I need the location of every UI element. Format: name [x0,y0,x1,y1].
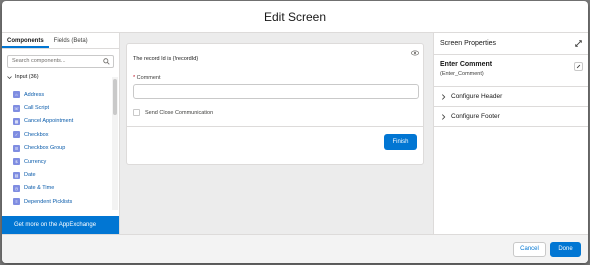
list-item: Dependent Picklists [24,198,73,205]
picklist-icon: ≡ [13,198,20,206]
modal-body: Components Fields (Beta) Search componen… [2,33,588,234]
element-name: Enter Comment [440,61,493,68]
appexchange-link[interactable]: Get more on the AppExchange [2,216,119,234]
component-cancel-appointment[interactable]: ▦ Cancel Appointment [2,115,111,128]
component-date-time[interactable]: ◷ Date & Time [2,182,111,195]
element-api-name: (Enter_Comment) [440,71,484,77]
done-button[interactable]: Done [550,242,581,257]
comment-label-text: Comment [136,75,161,81]
edit-screen-modal: Edit Screen Components Fields (Beta) Sea… [2,1,588,263]
card-divider [127,126,423,127]
properties-title: Screen Properties [440,40,497,47]
comment-label: * Comment [133,75,161,81]
search-icon [103,58,110,65]
address-icon: ⌂ [13,91,20,99]
expand-icon[interactable] [575,40,582,47]
components-panel: Components Fields (Beta) Search componen… [2,33,120,234]
configure-header-accordion[interactable]: Configure Header [434,87,588,107]
checkbox-box[interactable] [133,109,140,116]
call-script-icon: ☏ [13,104,20,112]
finish-button[interactable]: Finish [384,134,417,150]
eye-icon[interactable] [411,50,419,56]
chevron-right-icon [442,93,446,100]
screen-preview-card[interactable]: The record Id is {!recordId} * Comment S… [126,43,424,165]
accordion-label: Configure Footer [451,112,500,120]
chevron-down-icon [7,75,12,79]
comment-input[interactable] [133,84,419,99]
required-marker: * [133,75,136,81]
screen-properties-panel: Screen Properties Enter Comment (Enter_C… [433,33,588,234]
list-item: Cancel Appointment [24,118,74,125]
component-call-script[interactable]: ☏ Call Script [2,101,111,114]
search-components-input[interactable]: Search components... [7,55,114,68]
tab-fields-beta[interactable]: Fields (Beta) [49,33,93,48]
calendar-icon: ▦ [13,117,20,125]
element-info: Enter Comment (Enter_Comment) [434,55,588,87]
components-list: ⌂ Address ☏ Call Script ▦ Cancel Appointmen… [2,88,111,210]
list-item: Address [24,91,45,98]
list-item: Checkbox Group [24,145,66,152]
component-currency[interactable]: $ Currency [2,155,111,168]
list-item: Call Script [24,105,50,112]
checkbox-label: Send Close Communication [145,109,214,116]
component-date[interactable]: ▤ Date [2,168,111,181]
section-input-label: Input (36) [15,74,39,80]
send-close-communication-checkbox[interactable]: Send Close Communication [133,109,213,116]
cancel-button[interactable]: Cancel [513,242,546,257]
list-item: Date [24,172,36,179]
checkbox-icon: ✓ [13,131,20,139]
edit-pencil-icon[interactable] [574,62,583,71]
configure-footer-accordion[interactable]: Configure Footer [434,107,588,127]
components-scrollbar[interactable] [112,77,118,210]
list-item: Currency [24,158,47,165]
component-dependent-picklists[interactable]: ≡ Dependent Picklists [2,195,111,208]
date-time-icon: ◷ [13,184,20,192]
component-checkbox[interactable]: ✓ Checkbox [2,128,111,141]
screen-canvas: The record Id is {!recordId} * Comment S… [120,33,433,234]
component-checkbox-group[interactable]: ☰ Checkbox Group [2,142,111,155]
record-id-text[interactable]: The record Id is {!recordId} [133,56,198,62]
currency-icon: $ [13,158,20,166]
list-item: Checkbox [24,131,49,138]
date-icon: ▤ [13,171,20,179]
section-input[interactable]: Input (36) [2,72,119,82]
tab-components[interactable]: Components [2,33,49,48]
list-item: Date & Time [24,185,55,192]
checkbox-group-icon: ☰ [13,144,20,152]
chevron-right-icon [442,113,446,120]
component-address[interactable]: ⌂ Address [2,88,111,101]
search-placeholder: Search components... [12,58,66,64]
panel-tabs: Components Fields (Beta) [2,33,119,49]
modal-title: Edit Screen [2,1,588,33]
scrollbar-thumb[interactable] [113,79,117,115]
accordion-label: Configure Header [451,92,503,100]
modal-footer: Cancel Done [2,234,588,263]
properties-header: Screen Properties [434,33,588,55]
